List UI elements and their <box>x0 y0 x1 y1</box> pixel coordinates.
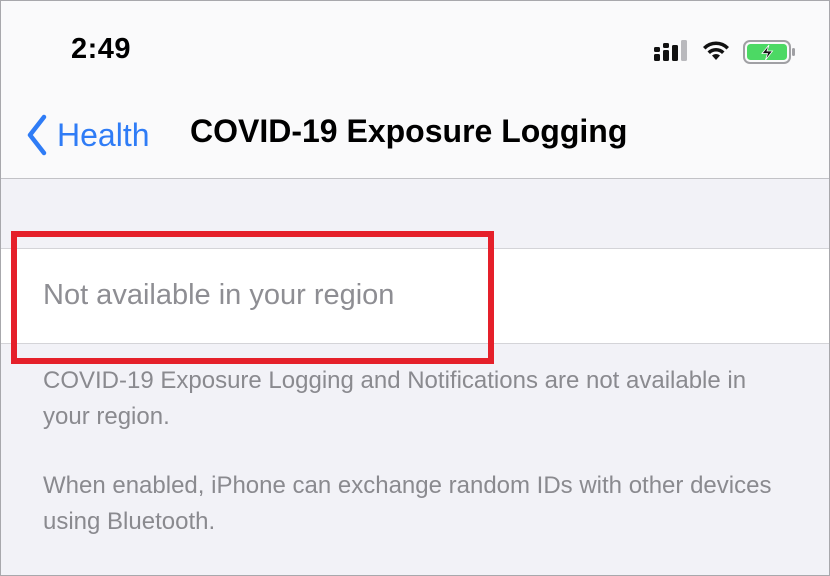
status-time: 2:49 <box>71 33 132 65</box>
back-button-label: Health <box>57 116 150 153</box>
cellular-signal-icon <box>654 40 687 61</box>
availability-status-label: Not available in your region <box>43 279 395 311</box>
footer-description-bluetooth: When enabled, iPhone can exchange random… <box>43 472 772 535</box>
screen: 2:49 Health COVID-19 Exposure Logging No… <box>0 0 830 576</box>
footer-description-availability: COVID-19 Exposure Logging and Notificati… <box>43 367 747 430</box>
wifi-icon <box>703 41 729 60</box>
availability-cell: Not available in your region <box>1 248 829 344</box>
chevron-left-icon <box>27 114 47 156</box>
header: 2:49 Health COVID-19 Exposure Logging <box>1 1 829 179</box>
back-button[interactable]: Health <box>25 111 150 159</box>
battery-charging-icon <box>743 40 795 64</box>
page-title: COVID-19 Exposure Logging <box>190 113 628 149</box>
